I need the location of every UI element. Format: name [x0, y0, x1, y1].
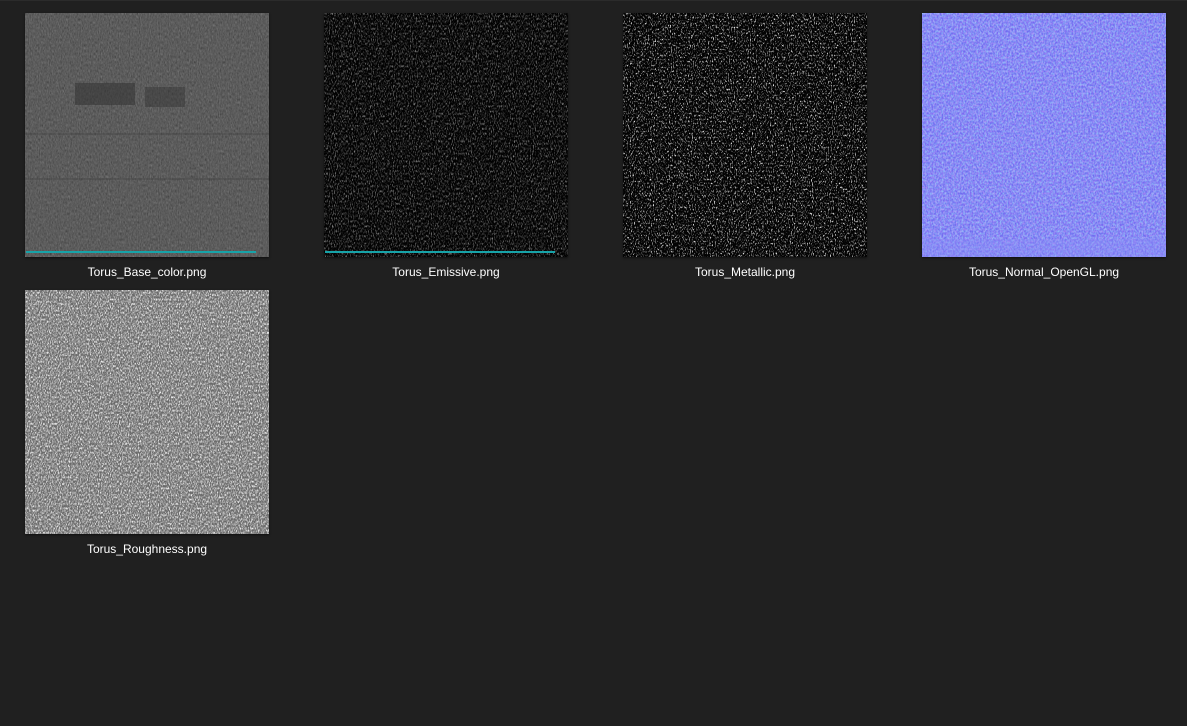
- file-item-metallic[interactable]: Torus_Metallic.png: [609, 1, 869, 279]
- file-name-label: Torus_Normal_OpenGL.png: [968, 265, 1120, 279]
- metallic-texture: [623, 13, 867, 257]
- sync-progress-indicator: [26, 251, 256, 253]
- file-name-label: Torus_Roughness.png: [86, 542, 208, 556]
- file-explorer-view: Torus_Base_color.png Torus_Emissive.png: [0, 0, 1187, 726]
- base-color-texture: [25, 13, 269, 257]
- base-color-thumbnail: [25, 13, 269, 257]
- emissive-texture: [324, 13, 568, 257]
- file-item-roughness[interactable]: Torus_Roughness.png: [11, 278, 271, 556]
- file-name-label: Torus_Metallic.png: [694, 265, 796, 279]
- file-name-label: Torus_Base_color.png: [87, 265, 207, 279]
- sync-progress-indicator: [325, 251, 555, 253]
- normal-map-thumbnail: [922, 13, 1166, 257]
- metallic-thumbnail: [623, 13, 867, 257]
- file-item-normal-opengl[interactable]: Torus_Normal_OpenGL.png: [908, 1, 1168, 279]
- emissive-thumbnail: [324, 13, 568, 257]
- file-item-emissive[interactable]: Torus_Emissive.png: [310, 1, 570, 279]
- file-name-label: Torus_Emissive.png: [392, 265, 500, 279]
- roughness-texture: [25, 290, 269, 534]
- normal-map-texture: [922, 13, 1166, 257]
- roughness-thumbnail: [25, 290, 269, 534]
- file-item-base-color[interactable]: Torus_Base_color.png: [11, 1, 271, 279]
